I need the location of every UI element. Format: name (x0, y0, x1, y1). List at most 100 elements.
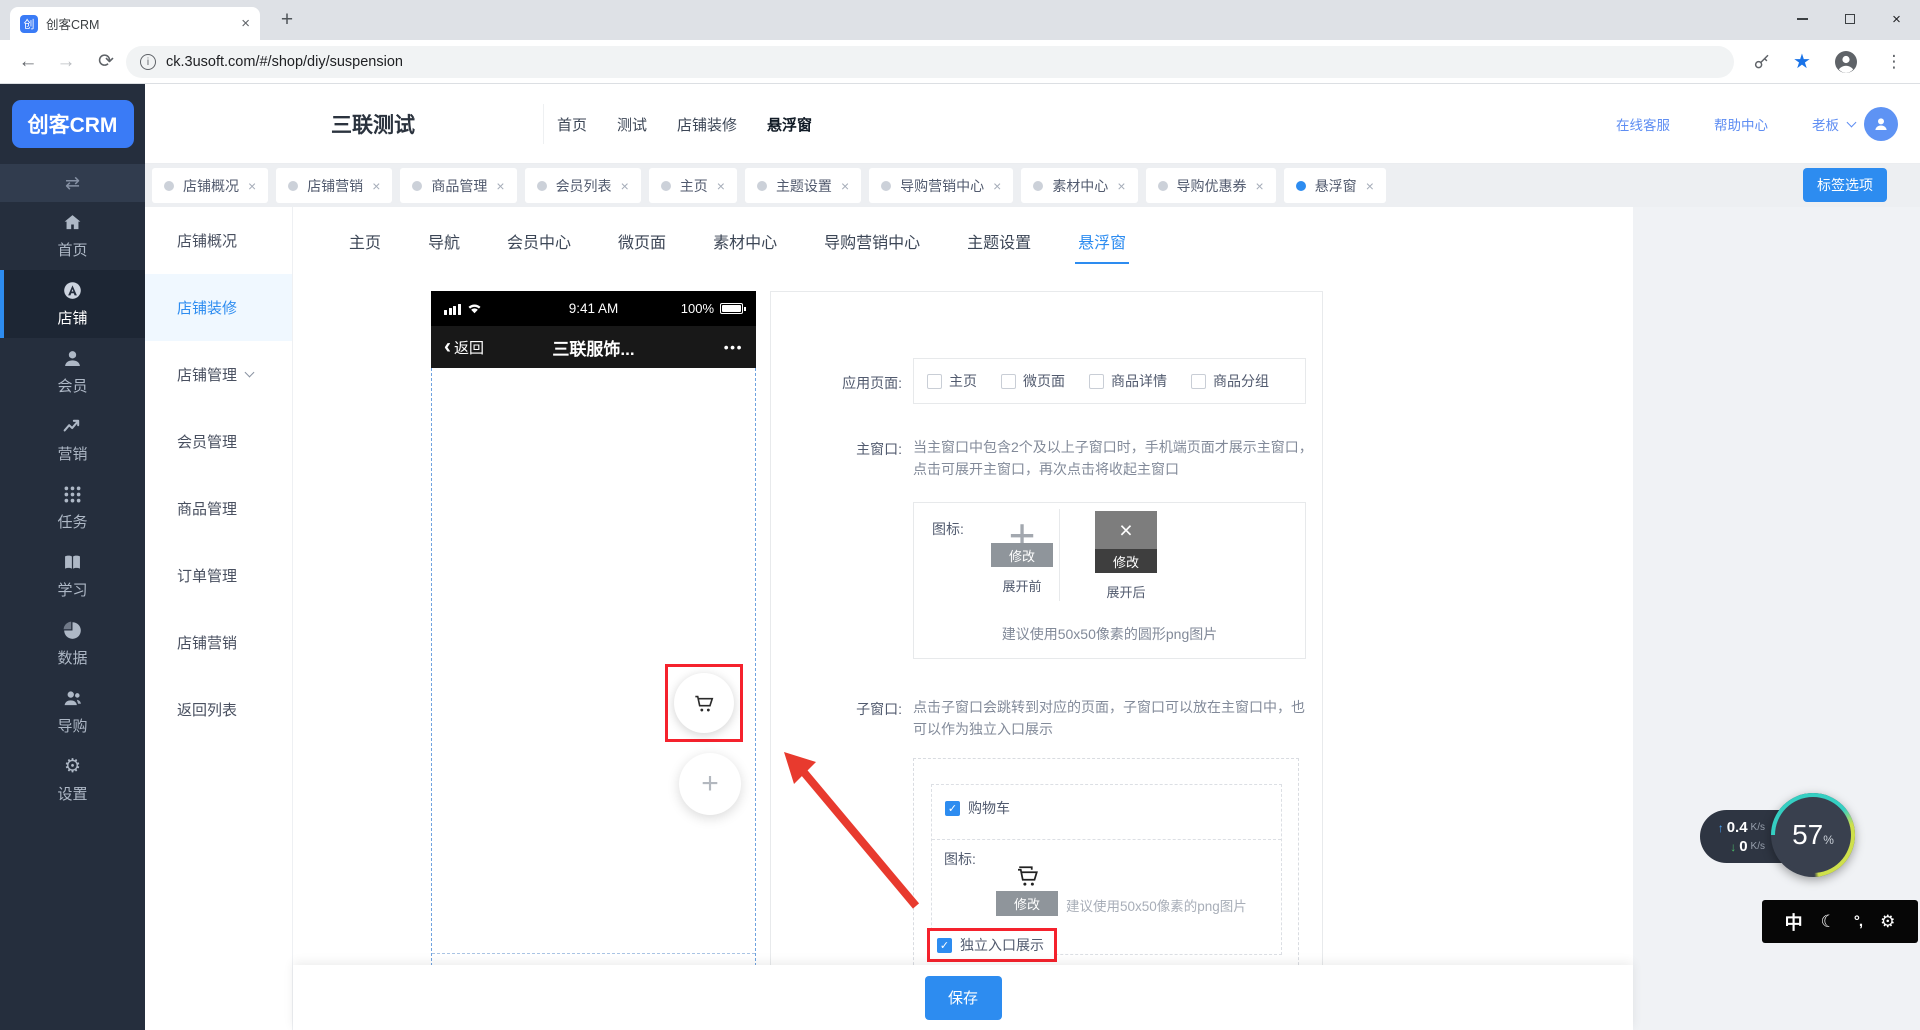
subtab-member-center[interactable]: 会员中心 (507, 229, 571, 253)
checkbox-unchecked[interactable] (927, 374, 942, 389)
subtab-navigation[interactable]: 导航 (428, 229, 460, 253)
tab-guide-marketing-center[interactable]: 导购营销中心× (869, 168, 1013, 203)
subtab-guide-marketing-center[interactable]: 导购营销中心 (824, 229, 920, 253)
subtab-micro-page[interactable]: 微页面 (618, 229, 666, 253)
submenu-item-store-overview[interactable]: 店铺概况 (145, 207, 292, 274)
ime-settings-gear-icon[interactable]: ⚙ (1880, 912, 1895, 932)
sidebar-item-home[interactable]: 首页 (0, 202, 145, 270)
close-icon[interactable]: × (248, 178, 256, 194)
tab-theme-settings[interactable]: 主题设置× (745, 168, 861, 203)
checkbox-checked[interactable]: ✓ (945, 801, 960, 816)
nav-item-floating-window[interactable]: 悬浮窗 (767, 114, 812, 135)
close-icon[interactable]: × (496, 178, 504, 194)
checkbox-row-product-group[interactable]: 商品分组 (1191, 371, 1269, 391)
close-icon[interactable]: × (1366, 178, 1374, 194)
sidebar-item-member[interactable]: 会员 (0, 338, 145, 406)
browser-tab[interactable]: 创 创客CRM × (10, 7, 260, 40)
tab-guide-coupon[interactable]: 导购优惠券× (1146, 168, 1276, 203)
tab-product-management[interactable]: 商品管理× (400, 168, 516, 203)
online-service-link[interactable]: 在线客服 (1616, 114, 1670, 134)
checkbox-unchecked[interactable] (1001, 374, 1016, 389)
close-icon[interactable]: × (993, 178, 1001, 194)
phone-back-button[interactable]: ‹返回 (444, 337, 484, 358)
window-close-button[interactable]: × (1873, 0, 1920, 38)
checkbox-checked[interactable]: ✓ (937, 938, 952, 953)
nav-item-store-decoration[interactable]: 店铺装修 (677, 114, 737, 135)
sidebar-item-settings[interactable]: ⚙ 设置 (0, 746, 145, 814)
submenu-item-order-management[interactable]: 订单管理 (145, 542, 292, 609)
icon-label: 图标: (932, 519, 964, 539)
nav-item-test[interactable]: 测试 (617, 114, 647, 135)
sidebar-item-learning[interactable]: 学习 (0, 542, 145, 610)
checkbox-unchecked[interactable] (1191, 374, 1206, 389)
subtab-home[interactable]: 主页 (349, 229, 381, 253)
tab-floating-window[interactable]: 悬浮窗× (1284, 168, 1386, 203)
submenu-item-store-management[interactable]: 店铺管理 (145, 341, 292, 408)
close-icon[interactable]: × (372, 178, 380, 194)
tab-member-list[interactable]: 会员列表× (525, 168, 641, 203)
nav-item-home[interactable]: 首页 (557, 114, 587, 135)
cart-float-button[interactable] (674, 673, 734, 733)
net-speed-widget[interactable]: ↑0.4K/s ↓0K/s 57% (1700, 793, 1855, 878)
checkbox-row-micro-page[interactable]: 微页面 (1001, 371, 1065, 391)
standalone-entry-highlight[interactable]: ✓ 独立入口展示 (927, 928, 1057, 962)
submenu-item-product-management[interactable]: 商品管理 (145, 475, 292, 542)
sidebar-item-tasks[interactable]: 任务 (0, 474, 145, 542)
window-minimize-button[interactable] (1779, 0, 1826, 38)
tab-store-marketing[interactable]: 店铺营销× (276, 168, 392, 203)
submenu-item-store-decoration[interactable]: 店铺装修 (145, 274, 292, 341)
subtab-material-center[interactable]: 素材中心 (713, 229, 777, 253)
password-key-icon[interactable] (1746, 40, 1778, 83)
tab-material-center[interactable]: 素材中心× (1021, 168, 1137, 203)
cart-checkbox-row[interactable]: ✓ 购物车 (945, 798, 1010, 818)
sidebar-item-guide[interactable]: 导购 (0, 678, 145, 746)
browser-menu-icon[interactable]: ⋮ (1878, 40, 1910, 83)
tab-close-icon[interactable]: × (241, 15, 250, 32)
phone-status-bar: 9:41 AM 100% (431, 291, 756, 326)
add-float-button[interactable]: + (679, 753, 741, 815)
submenu-item-store-marketing[interactable]: 店铺营销 (145, 609, 292, 676)
moon-icon[interactable]: ☾ (1821, 912, 1836, 932)
page-info-icon[interactable]: i (140, 54, 156, 70)
modify-cart-icon-button[interactable]: 修改 (996, 891, 1058, 916)
modify-after-button[interactable]: 修改 (1095, 549, 1157, 573)
tab-store-overview[interactable]: 店铺概况× (152, 168, 268, 203)
close-icon[interactable]: × (621, 178, 629, 194)
avatar[interactable] (1864, 107, 1898, 141)
tag-options-button[interactable]: 标签选项 (1803, 168, 1887, 202)
submenu-item-back-to-list[interactable]: 返回列表 (145, 676, 292, 743)
help-center-link[interactable]: 帮助中心 (1714, 114, 1768, 134)
user-menu[interactable]: 老板 (1812, 107, 1898, 141)
checkbox-row-home[interactable]: 主页 (927, 371, 977, 391)
checkbox-unchecked[interactable] (1089, 374, 1104, 389)
bookmark-star-icon[interactable]: ★ (1786, 40, 1818, 83)
sidebar-item-data[interactable]: 数据 (0, 610, 145, 678)
forward-icon[interactable]: → (50, 40, 82, 83)
close-icon[interactable]: × (1256, 178, 1264, 194)
refresh-icon[interactable]: ⟳ (90, 40, 122, 83)
subtab-theme-settings[interactable]: 主题设置 (967, 229, 1031, 253)
address-bar[interactable]: i ck.3usoft.com/#/shop/diy/suspension (126, 46, 1734, 78)
close-icon[interactable]: × (841, 178, 849, 194)
ime-lang-button[interactable]: 中 (1785, 909, 1803, 935)
submenu-item-member-management[interactable]: 会员管理 (145, 408, 292, 475)
modify-before-button[interactable]: 修改 (991, 543, 1053, 567)
sidebar-item-marketing[interactable]: 营销 (0, 406, 145, 474)
ime-punct-button[interactable]: °, (1854, 913, 1862, 930)
phone-canvas[interactable]: + (431, 368, 756, 981)
profile-avatar-icon[interactable] (1830, 40, 1862, 83)
performance-gauge[interactable]: 57% (1771, 793, 1855, 877)
ime-toolbar[interactable]: 中 ☾ °, ⚙ (1762, 900, 1918, 943)
sidebar-item-shop[interactable]: 店铺 (0, 270, 145, 338)
save-button[interactable]: 保存 (925, 976, 1002, 1020)
sidebar-collapse-button[interactable]: ⇄ (0, 164, 145, 202)
new-tab-button[interactable]: + (272, 4, 302, 36)
close-icon[interactable]: × (1117, 178, 1125, 194)
back-icon[interactable]: ← (12, 40, 44, 83)
subtab-floating-window[interactable]: 悬浮窗 (1078, 229, 1126, 253)
checkbox-row-product-detail[interactable]: 商品详情 (1089, 371, 1167, 391)
phone-more-icon[interactable]: ••• (724, 339, 743, 355)
tab-home[interactable]: 主页× (649, 168, 737, 203)
window-maximize-button[interactable] (1826, 0, 1873, 38)
close-icon[interactable]: × (717, 178, 725, 194)
